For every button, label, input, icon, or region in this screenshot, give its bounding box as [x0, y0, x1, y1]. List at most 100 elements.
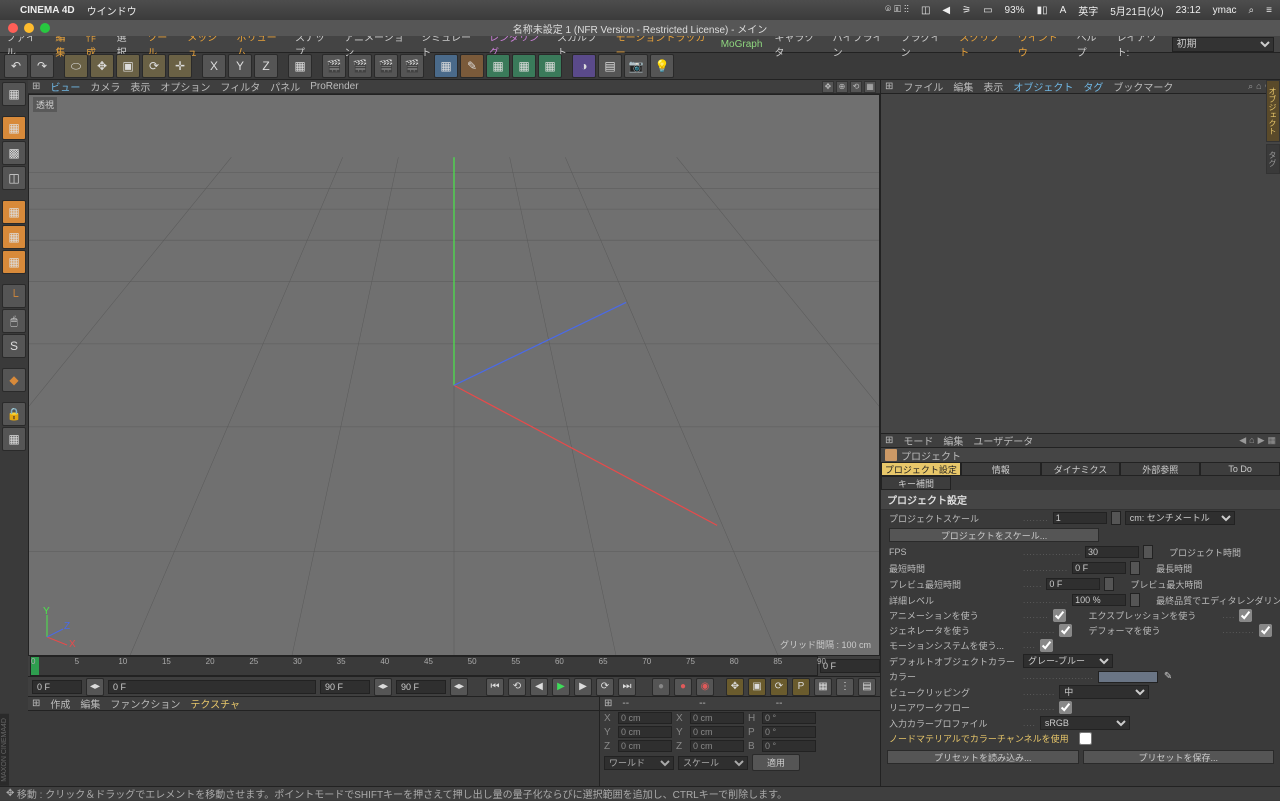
points-mode-button[interactable]: ▦: [2, 200, 26, 224]
record-button[interactable]: ●: [652, 678, 670, 696]
timeline-ruler[interactable]: 051015202530354045505560657075808590: [30, 656, 818, 676]
goto-start-button[interactable]: ⏮: [486, 678, 504, 696]
pvmin-field[interactable]: [1046, 578, 1100, 590]
range-start-field[interactable]: 0 F: [32, 680, 82, 694]
timeline-current-field[interactable]: [820, 659, 880, 673]
pencil-icon[interactable]: ✎: [1164, 671, 1172, 682]
key-param-button[interactable]: P: [792, 678, 810, 696]
range-end-field[interactable]: 90 F: [320, 680, 370, 694]
vp-nav-zoom-icon[interactable]: ⊕: [836, 81, 848, 93]
wifi-icon[interactable]: ⚞: [962, 5, 971, 16]
battery-icon[interactable]: ▮▯: [1037, 5, 1048, 16]
fps-field[interactable]: [1085, 546, 1139, 558]
scale-tool[interactable]: ▣: [116, 54, 140, 78]
layout-select[interactable]: 初期: [1172, 37, 1274, 52]
range-end-spin[interactable]: ◂▸: [374, 678, 392, 696]
dock-tab-1[interactable]: オブジェクト: [1266, 80, 1280, 142]
volume-icon[interactable]: ◀: [942, 5, 950, 16]
menu-icon[interactable]: ≡: [1266, 5, 1272, 16]
redo-button[interactable]: ↷: [30, 54, 54, 78]
axis-y-button[interactable]: Y: [228, 54, 252, 78]
mat-menu-function[interactable]: ファンクション: [110, 696, 180, 711]
obj-menu-objects[interactable]: オブジェクト: [1013, 79, 1073, 94]
camera-button[interactable]: 📷: [624, 54, 648, 78]
node-mat-check[interactable]: [1079, 732, 1092, 745]
viewport-solo-button[interactable]: ◆: [2, 368, 26, 392]
size-z-field[interactable]: [690, 740, 744, 752]
attr-menu-mode[interactable]: モード: [903, 433, 933, 448]
tab-project-settings[interactable]: プロジェクト設定: [881, 462, 961, 476]
undo-button[interactable]: ↶: [4, 54, 28, 78]
range-end2-field[interactable]: 90 F: [396, 680, 446, 694]
coord-scale-select[interactable]: スケール: [678, 756, 748, 770]
axis-x-button[interactable]: X: [202, 54, 226, 78]
tab-key-interp[interactable]: キー補間: [881, 476, 951, 490]
attr-menu-userdata[interactable]: ユーザデータ: [973, 433, 1033, 448]
texture-mode-button[interactable]: ▩: [2, 141, 26, 165]
keyframe-button[interactable]: ◉: [696, 678, 714, 696]
goto-end-button[interactable]: ⏭: [618, 678, 636, 696]
detail-field[interactable]: [1072, 594, 1126, 606]
mac-menu-window[interactable]: ウインドウ: [87, 3, 137, 18]
display-icon[interactable]: ◫: [921, 5, 930, 16]
attr-menu-edit[interactable]: 編集: [943, 433, 963, 448]
attr-up-icon[interactable]: ⌂: [1249, 435, 1254, 446]
load-preset-button[interactable]: プリセットを読み込み...: [887, 750, 1079, 764]
axis-z-button[interactable]: Z: [254, 54, 278, 78]
object-manager[interactable]: [881, 94, 1280, 434]
close-icon[interactable]: [8, 23, 18, 33]
menu-mograph[interactable]: MoGraph: [721, 39, 763, 50]
pos-y-field[interactable]: [618, 726, 672, 738]
use-anim-check[interactable]: [1053, 609, 1066, 622]
tab-info[interactable]: 情報: [961, 462, 1041, 476]
next-key-button[interactable]: ⟳: [596, 678, 614, 696]
vp-nav-pan-icon[interactable]: ✥: [822, 81, 834, 93]
size-x-field[interactable]: [690, 712, 744, 724]
mat-menu-texture[interactable]: テクスチャ: [190, 696, 240, 711]
render-region-button[interactable]: 🎬: [348, 54, 372, 78]
play-button[interactable]: ▶: [552, 678, 570, 696]
attr-back-icon[interactable]: ◀: [1239, 435, 1246, 446]
airplay-icon[interactable]: ▭: [983, 5, 992, 16]
linear-wf-check[interactable]: [1059, 701, 1072, 714]
vp-menu-panel[interactable]: パネル: [270, 79, 300, 94]
picture-viewer-button[interactable]: 🎬: [400, 54, 424, 78]
axis-mode-button[interactable]: └: [2, 284, 26, 308]
obj-menu-file[interactable]: ファイル: [903, 79, 943, 94]
render-settings-button[interactable]: 🎬: [374, 54, 398, 78]
range-spin[interactable]: ◂▸: [86, 678, 104, 696]
key-opts2-button[interactable]: ▤: [858, 678, 876, 696]
obj-menu-tags[interactable]: タグ: [1083, 79, 1103, 94]
light-button[interactable]: 💡: [650, 54, 674, 78]
move-tool[interactable]: ✥: [90, 54, 114, 78]
key-scale-button[interactable]: ▣: [748, 678, 766, 696]
mat-menu-edit[interactable]: 編集: [80, 696, 100, 711]
use-def-check[interactable]: [1259, 624, 1272, 637]
scale-spin[interactable]: [1111, 511, 1121, 525]
size-y-field[interactable]: [690, 726, 744, 738]
dock-tab-2[interactable]: タグ: [1266, 144, 1280, 174]
use-motion-check[interactable]: [1040, 639, 1053, 652]
subdiv-button[interactable]: ▦: [486, 54, 510, 78]
mat-menu-create[interactable]: 作成: [50, 696, 70, 711]
obj-menu-edit[interactable]: 編集: [953, 79, 973, 94]
mintime-field[interactable]: [1072, 562, 1126, 574]
scale-field[interactable]: [1053, 512, 1107, 524]
coord-mode-select[interactable]: ワールド: [604, 756, 674, 770]
color-swatch[interactable]: [1098, 671, 1158, 683]
tweak-mode-button[interactable]: 🖱: [2, 309, 26, 333]
use-gen-check[interactable]: [1059, 624, 1072, 637]
range-end2-spin[interactable]: ◂▸: [450, 678, 468, 696]
ime-icon[interactable]: A: [1060, 5, 1067, 16]
inprofile-select[interactable]: sRGB: [1040, 716, 1130, 730]
defcolor-select[interactable]: グレー-ブルー: [1023, 654, 1113, 668]
home-icon[interactable]: ⌂: [1256, 81, 1261, 92]
prev-key-button[interactable]: ⟲: [508, 678, 526, 696]
render-view-button[interactable]: 🎬: [322, 54, 346, 78]
pos-z-field[interactable]: [618, 740, 672, 752]
rot-b-field[interactable]: [762, 740, 816, 752]
vp-menu-camera[interactable]: カメラ: [90, 79, 120, 94]
extrude-button[interactable]: ▦: [538, 54, 562, 78]
workplane-button[interactable]: ◫: [2, 166, 26, 190]
viewport-perspective[interactable]: 透視 グリッド間隔 : 100 cm X Y Z: [28, 94, 880, 656]
